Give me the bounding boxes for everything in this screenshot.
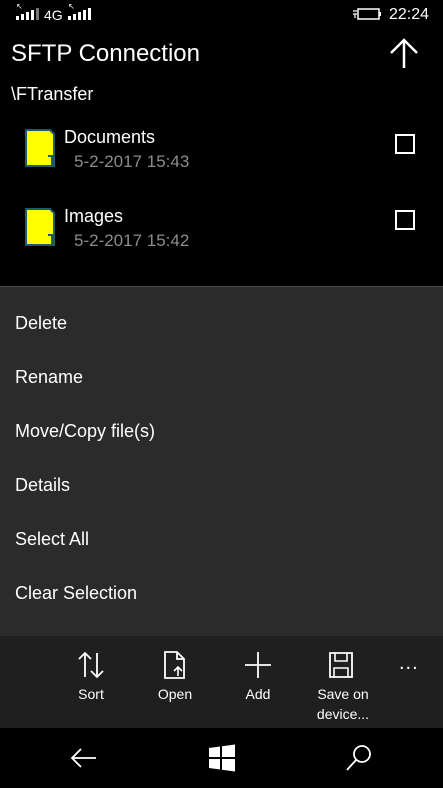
folder-icon — [25, 208, 55, 246]
menu-item-rename[interactable]: Rename — [15, 367, 83, 388]
sort-label: Sort — [78, 686, 104, 702]
open-button[interactable]: Open — [140, 636, 210, 728]
context-menu: Delete Rename Move/Copy file(s) Details … — [0, 286, 443, 636]
app-bar: Sort Open Add Save on device... — [0, 636, 443, 728]
select-checkbox[interactable] — [395, 210, 415, 230]
back-arrow-icon[interactable] — [66, 740, 102, 776]
menu-item-select-all[interactable]: Select All — [15, 529, 89, 550]
folder-icon — [25, 129, 55, 167]
navigation-bar — [0, 728, 443, 788]
file-row-documents[interactable]: Documents 5-2-2017 15:43 — [0, 122, 443, 192]
sort-button[interactable]: Sort — [56, 636, 126, 728]
search-icon[interactable] — [341, 740, 377, 776]
menu-item-details[interactable]: Details — [15, 475, 70, 496]
menu-item-delete[interactable]: Delete — [15, 313, 67, 334]
signal-strength-icon — [16, 6, 39, 20]
add-icon — [245, 652, 271, 678]
select-checkbox[interactable] — [395, 134, 415, 154]
battery-charging-icon — [353, 8, 381, 20]
menu-item-clear-selection[interactable]: Clear Selection — [15, 583, 137, 604]
file-name: Documents — [64, 127, 156, 147]
add-label: Add — [245, 686, 271, 702]
sort-icon — [78, 651, 104, 679]
network-type: 4G — [44, 7, 63, 23]
file-row-images[interactable]: Images 5-2-2017 15:42 — [0, 201, 443, 271]
current-path: \FTransfer — [11, 84, 94, 104]
file-date: 5-2-2017 15:42 — [74, 231, 190, 250]
save-label: Save on device... — [316, 686, 370, 722]
open-label: Open — [157, 686, 193, 702]
page-title: SFTP Connection — [11, 40, 200, 67]
open-file-icon — [164, 651, 185, 679]
add-button[interactable]: Add — [223, 636, 293, 728]
file-date: 5-2-2017 15:43 — [74, 152, 190, 171]
clock: 22:24 — [389, 6, 430, 23]
status-bar: ↖ 4G ↖ 22:24 — [0, 0, 443, 32]
more-options-button[interactable]: ... — [399, 652, 419, 675]
signal-strength-icon-2 — [68, 6, 91, 20]
save-icon — [329, 652, 353, 678]
file-name: Images — [64, 206, 124, 226]
windows-start-icon[interactable] — [204, 740, 240, 776]
menu-item-move-copy[interactable]: Move/Copy file(s) — [15, 421, 155, 442]
save-on-device-button[interactable]: Save on device... — [306, 636, 376, 728]
up-arrow-icon[interactable] — [386, 36, 422, 72]
